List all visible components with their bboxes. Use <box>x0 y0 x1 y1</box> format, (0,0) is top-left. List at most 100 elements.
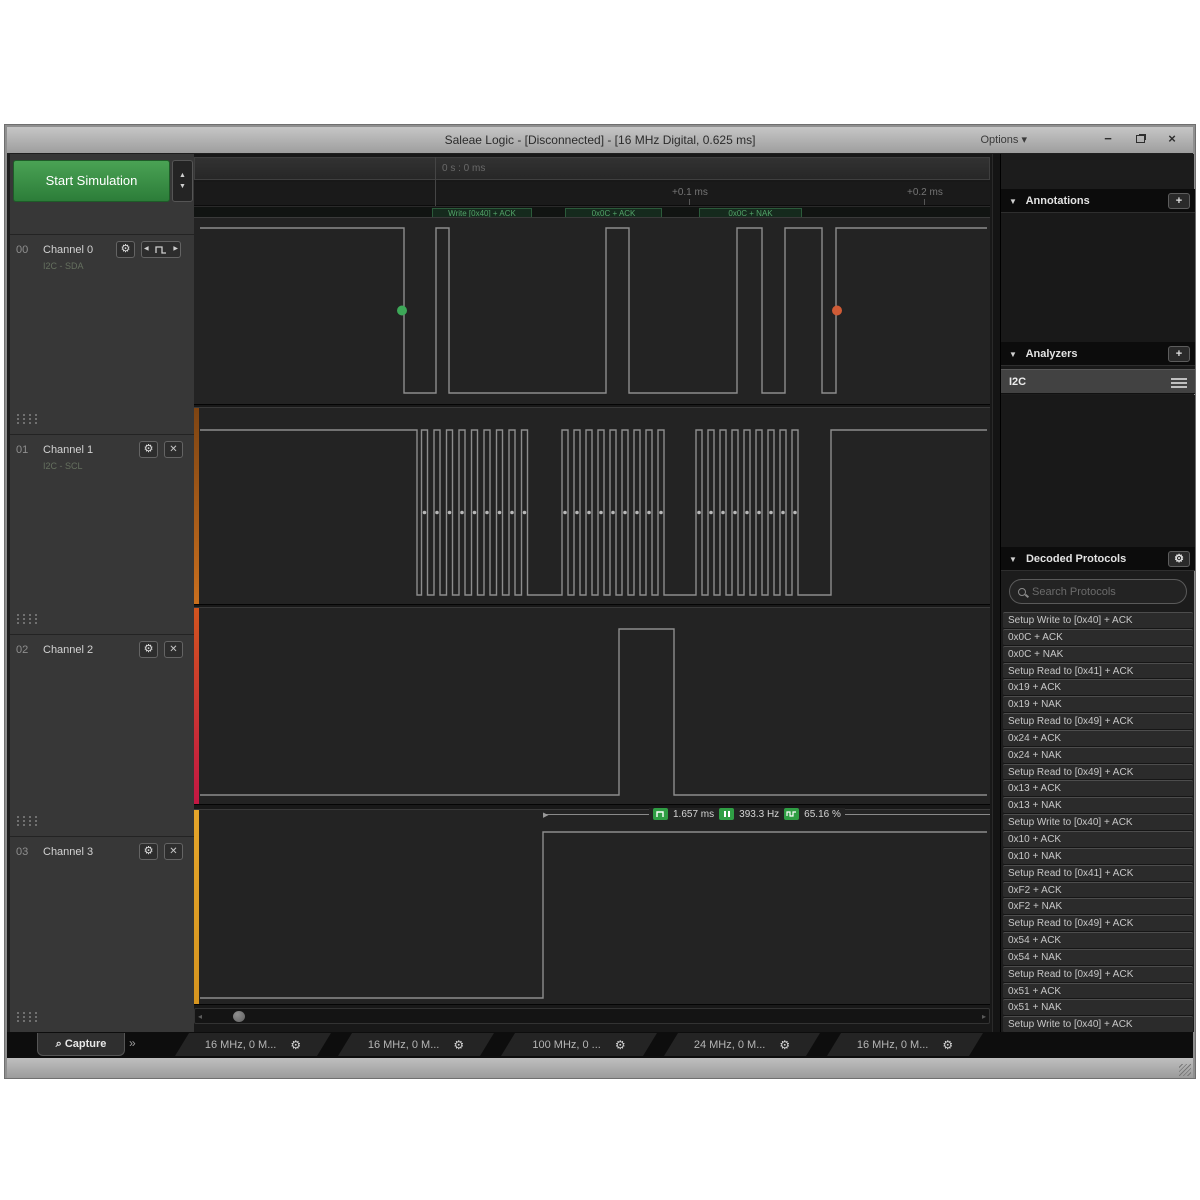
add-analyzer-button[interactable]: + <box>1168 346 1190 362</box>
channel-0-header: 00 Channel 0 I2C - SDA ⚙ ◀ ▶ <box>10 234 194 434</box>
close-button[interactable]: × <box>1159 130 1185 149</box>
channel-settings-gear-icon[interactable]: ⚙ <box>139 843 158 860</box>
drag-handle[interactable] <box>15 815 37 828</box>
timeline-ruler[interactable]: +0.1 ms +0.2 ms <box>194 182 990 206</box>
decoded-protocol-row[interactable]: 0x24 + NAK <box>1003 747 1193 764</box>
decoded-protocol-row[interactable]: 0x10 + ACK <box>1003 831 1193 848</box>
decoded-protocol-row[interactable]: 0x0C + ACK <box>1003 629 1193 646</box>
horizontal-scrollbar[interactable]: ◂ ▸ <box>194 1008 990 1024</box>
drag-handle[interactable] <box>15 613 37 626</box>
collapse-triangle-icon: ▼ <box>1009 555 1017 564</box>
channel-subtitle: I2C - SDA <box>43 261 84 271</box>
decoded-protocol-row[interactable]: Setup Read to [0x49] + ACK <box>1003 713 1193 730</box>
decoded-protocol-row[interactable]: 0xF2 + ACK <box>1003 882 1193 899</box>
channel-settings-gear-icon[interactable]: ⚙ <box>139 641 158 658</box>
device-tab-label: 16 MHz, 0 M... <box>368 1039 440 1051</box>
decoded-protocol-row[interactable]: Setup Read to [0x49] + ACK <box>1003 966 1193 983</box>
decoded-protocol-row[interactable]: 0x19 + NAK <box>1003 696 1193 713</box>
timeline-ruler-top[interactable]: 0 s : 0 ms <box>194 157 990 180</box>
options-menu[interactable]: Options ▾ <box>975 131 1034 148</box>
channel-index: 01 <box>16 444 28 456</box>
analyzer-menu-icon[interactable] <box>1171 378 1187 388</box>
channel-label: Channel 0 <box>43 244 93 256</box>
decoded-protocol-row[interactable]: Setup Write to [0x40] + ACK <box>1003 612 1193 629</box>
channel-1-header: 01 Channel 1 I2C - SCL ⚙ ✕ <box>10 434 194 634</box>
device-tab[interactable]: 100 MHz, 0 ...⚙ <box>501 1033 657 1056</box>
channel-3-waveform[interactable]: ▶ 1.657 ms 393.3 Hz 65.16 % <box>194 809 990 1005</box>
channel-remove-icon[interactable]: ✕ <box>164 641 183 658</box>
i2c-condition-marker-icon <box>832 306 842 316</box>
channel-remove-icon[interactable]: ✕ <box>164 441 183 458</box>
sidebar: ▼ Annotations + ▼ Analyzers + I2C ▼ Deco… <box>1000 154 1194 1032</box>
decoded-protocol-row[interactable]: 0x10 + NAK <box>1003 848 1193 865</box>
channel-panel: Start Simulation ▲ ▼ 00 Channel 0 I2C - … <box>10 154 194 1032</box>
channel-3-header: 03 Channel 3 ⚙ ✕ <box>10 836 194 1032</box>
decoded-protocol-row[interactable]: 0x51 + ACK <box>1003 983 1193 1000</box>
analyzers-header[interactable]: ▼ Analyzers + <box>1001 342 1195 366</box>
drag-handle[interactable] <box>15 413 37 426</box>
channel-subtitle: I2C - SCL <box>43 461 83 471</box>
decoded-protocol-row[interactable]: 0x54 + NAK <box>1003 949 1193 966</box>
trigger-buttons[interactable]: ◀ ▶ <box>141 241 181 258</box>
drag-handle[interactable] <box>15 1011 37 1024</box>
channel-remove-icon[interactable]: ✕ <box>164 843 183 860</box>
start-simulation-button[interactable]: Start Simulation <box>13 160 170 202</box>
decoded-protocol-row[interactable]: 0x13 + ACK <box>1003 780 1193 797</box>
decoded-protocol-row[interactable]: 0xF2 + NAK <box>1003 898 1193 915</box>
decoded-protocol-row[interactable]: 0x0C + NAK <box>1003 646 1193 663</box>
annotations-header[interactable]: ▼ Annotations + <box>1001 189 1195 213</box>
decoded-protocol-row[interactable]: 0x54 + ACK <box>1003 932 1193 949</box>
decoded-protocol-row[interactable]: Setup Read to [0x41] + ACK <box>1003 663 1193 680</box>
channel-1-waveform[interactable] <box>194 407 990 605</box>
analyzers-body <box>1001 395 1195 547</box>
decoded-protocol-row[interactable]: 0x24 + ACK <box>1003 730 1193 747</box>
decoded-protocols-list: Setup Write to [0x40] + ACK0x0C + ACK0x0… <box>1003 612 1193 1033</box>
device-tab[interactable]: 16 MHz, 0 M...⚙ <box>175 1033 331 1056</box>
more-tabs-icon[interactable]: » <box>129 1036 136 1050</box>
device-settings-gear-icon[interactable]: ⚙ <box>453 1038 464 1052</box>
decoded-protocol-row[interactable]: Setup Read to [0x49] + ACK <box>1003 764 1193 781</box>
tick-mark <box>689 199 690 205</box>
decoded-protocol-row[interactable]: Setup Read to [0x41] + ACK <box>1003 865 1193 882</box>
decoded-protocol-row[interactable]: Setup Write to [0x40] + ACK <box>1003 1016 1193 1033</box>
vertical-scrollbar[interactable] <box>992 154 1000 1032</box>
scrollbar-thumb[interactable] <box>233 1011 245 1022</box>
decoded-protocols-header[interactable]: ▼ Decoded Protocols ⚙ <box>1001 547 1195 571</box>
decoded-protocol-row[interactable]: 0x19 + ACK <box>1003 679 1193 696</box>
resize-grip[interactable] <box>1179 1064 1191 1076</box>
scroll-left-icon[interactable]: ◂ <box>198 1012 202 1021</box>
device-tab[interactable]: 16 MHz, 0 M...⚙ <box>827 1033 983 1056</box>
device-tab[interactable]: 16 MHz, 0 M... ⚙ <box>338 1033 494 1056</box>
channel-index: 03 <box>16 846 28 858</box>
analyzer-item-i2c[interactable]: I2C <box>1001 369 1195 394</box>
decoded-protocols-gear-icon[interactable]: ⚙ <box>1168 551 1190 567</box>
device-settings-gear-icon[interactable]: ⚙ <box>942 1038 953 1052</box>
decoded-protocol-row[interactable]: Setup Write to [0x40] + ACK <box>1003 814 1193 831</box>
minimize-button[interactable]: − <box>1095 130 1121 149</box>
waveform-trace <box>194 408 990 606</box>
app-window: Saleae Logic - [Disconnected] - [16 MHz … <box>5 125 1195 1078</box>
spinner-down-icon: ▼ <box>179 183 186 190</box>
waveform-trace <box>194 608 990 806</box>
capture-options-spinner[interactable]: ▲ ▼ <box>172 160 193 202</box>
channel-label: Channel 3 <box>43 846 93 858</box>
search-protocols-input[interactable]: Search Protocols <box>1009 579 1187 604</box>
channel-2-header: 02 Channel 2 ⚙ ✕ <box>10 634 194 836</box>
tick-mark <box>924 199 925 205</box>
device-tab[interactable]: 24 MHz, 0 M...⚙ <box>664 1033 820 1056</box>
decoded-protocol-row[interactable]: Setup Read to [0x49] + ACK <box>1003 915 1193 932</box>
device-settings-gear-icon[interactable]: ⚙ <box>779 1038 790 1052</box>
restore-button[interactable] <box>1127 130 1153 149</box>
decoded-protocol-row[interactable]: 0x51 + NAK <box>1003 999 1193 1016</box>
scroll-right-icon[interactable]: ▸ <box>982 1012 986 1021</box>
channel-0-waveform[interactable] <box>194 217 990 405</box>
capture-tab[interactable]: ⌕ Capture <box>37 1033 125 1056</box>
add-annotation-button[interactable]: + <box>1168 193 1190 209</box>
waveform-trace <box>194 218 990 406</box>
device-settings-gear-icon[interactable]: ⚙ <box>615 1038 626 1052</box>
decoded-protocol-row[interactable]: 0x13 + NAK <box>1003 797 1193 814</box>
channel-settings-gear-icon[interactable]: ⚙ <box>116 241 135 258</box>
channel-2-waveform[interactable] <box>194 607 990 805</box>
device-settings-gear-icon[interactable]: ⚙ <box>290 1038 301 1052</box>
channel-settings-gear-icon[interactable]: ⚙ <box>139 441 158 458</box>
